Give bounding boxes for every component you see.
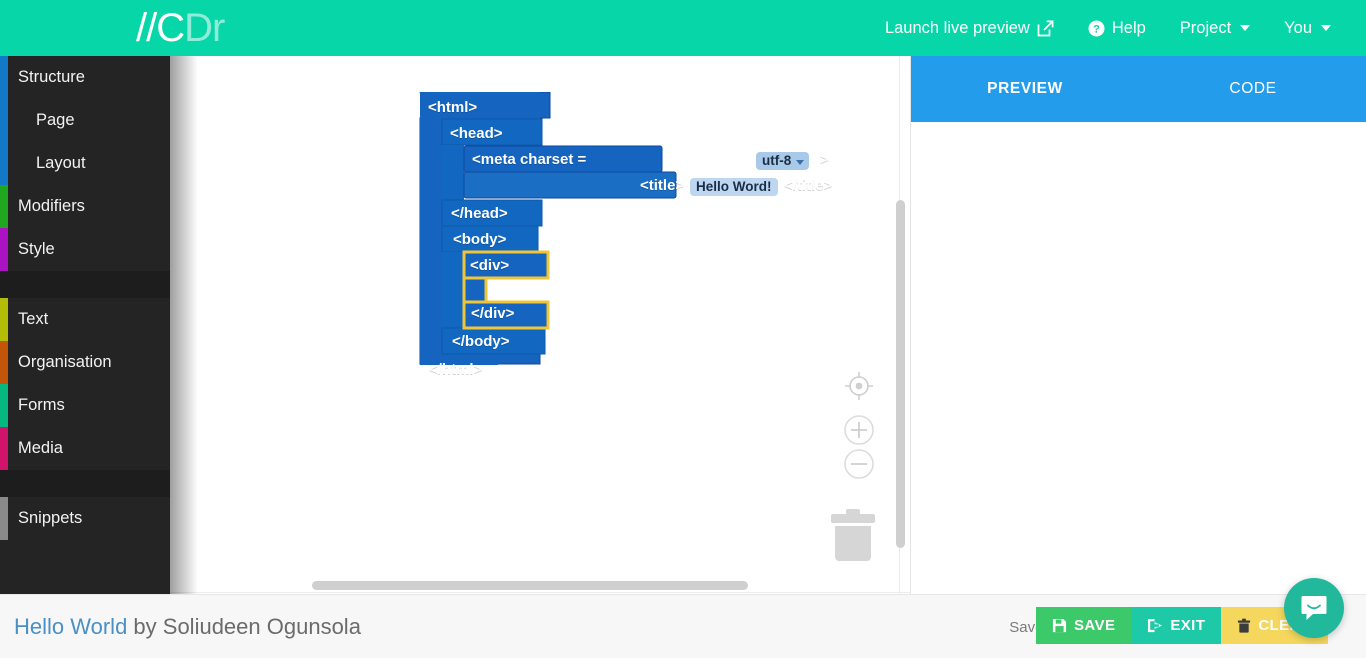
- sidebar-accent-bar: [0, 427, 8, 470]
- external-link-icon: [1037, 20, 1054, 37]
- sidebar-divider: [0, 470, 170, 497]
- top-navigation: Launch live preview ? Help Project You: [868, 0, 1348, 56]
- block-head-spine: [442, 145, 464, 200]
- title-text-field[interactable]: Hello Word!: [690, 178, 778, 196]
- sidebar-item-structure[interactable]: Structure: [0, 56, 170, 99]
- sidebar-item-label: Forms: [18, 396, 65, 414]
- block-head-close[interactable]: [441, 199, 543, 227]
- save-button[interactable]: SAVE: [1036, 607, 1132, 644]
- sidebar-item-style[interactable]: Style: [0, 228, 170, 271]
- sidebar-item-text[interactable]: Text: [0, 298, 170, 341]
- sidebar-item-snippets[interactable]: Snippets: [0, 497, 170, 540]
- exit-button-label: EXIT: [1170, 617, 1206, 634]
- center-target-icon[interactable]: [843, 370, 875, 407]
- sidebar-item-modifiers[interactable]: Modifiers: [0, 185, 170, 228]
- sidebar-accent-bar: [0, 384, 8, 427]
- meta-charset-dropdown[interactable]: utf-8: [756, 152, 810, 170]
- block-body-spine: [442, 252, 464, 328]
- sidebar-item-label: Layout: [36, 154, 86, 172]
- nav-you-label: You: [1284, 18, 1312, 37]
- chevron-down-icon: [796, 160, 805, 165]
- block-body-open[interactable]: [441, 225, 539, 253]
- sidebar-item-label: Snippets: [18, 509, 83, 527]
- meta-charset-value: utf-8: [762, 153, 792, 168]
- sidebar-accent-bar: [0, 142, 8, 185]
- sidebar-accent-bar: [0, 228, 8, 271]
- chevron-down-icon: [1240, 25, 1251, 31]
- sidebar-item-label: Structure: [18, 68, 85, 86]
- sidebar-accent-bar: [0, 56, 8, 99]
- intercom-chat-launcher[interactable]: [1284, 578, 1344, 638]
- sidebar-item-page[interactable]: Page: [0, 99, 170, 142]
- project-title: Hello World by Soliudeen Ogunsola: [14, 611, 361, 643]
- sidebar-accent-bar: [0, 298, 8, 341]
- sidebar-item-label: Style: [18, 240, 55, 258]
- preview-frame[interactable]: [911, 122, 1366, 594]
- app-logo[interactable]: //CDr: [136, 4, 225, 52]
- block-head-open[interactable]: [441, 118, 543, 146]
- sidebar-item-organisation[interactable]: Organisation: [0, 341, 170, 384]
- floppy-disk-icon: [1052, 618, 1067, 633]
- logo-primary-text: //C: [136, 6, 185, 50]
- sidebar-item-label: Media: [18, 439, 63, 457]
- nav-project[interactable]: Project: [1163, 0, 1267, 56]
- nav-you[interactable]: You: [1267, 0, 1348, 56]
- sidebar-item-label: Text: [18, 310, 49, 328]
- nav-launch-live-preview[interactable]: Launch live preview: [868, 0, 1071, 56]
- zoom-out-icon[interactable]: [844, 449, 874, 484]
- left-sidebar: Structure Page Layout Modifiers Style Te…: [0, 56, 170, 594]
- project-author: by Soliudeen Ogunsola: [127, 614, 361, 639]
- block-meta[interactable]: [463, 145, 663, 173]
- block-title[interactable]: [463, 171, 677, 199]
- logo-secondary-text: Dr: [184, 6, 225, 50]
- block-div-open[interactable]: [462, 250, 550, 280]
- sidebar-item-label: Page: [36, 111, 75, 129]
- zoom-in-icon[interactable]: [844, 415, 874, 450]
- block-editor-canvas[interactable]: <html> <head> <meta charset = utf-8 > <t…: [170, 56, 910, 594]
- project-name[interactable]: Hello World: [14, 614, 127, 639]
- tab-preview[interactable]: PREVIEW: [911, 56, 1139, 122]
- sidebar-accent-bar: [0, 341, 8, 384]
- sidebar-item-label: Organisation: [18, 353, 112, 371]
- chevron-down-icon: [1321, 25, 1331, 31]
- tab-preview-label: PREVIEW: [987, 80, 1063, 97]
- sidebar-item-layout[interactable]: Layout: [0, 142, 170, 185]
- top-header-bar: //CDr Launch live preview ? Help Project…: [0, 0, 1366, 56]
- exit-button[interactable]: EXIT: [1131, 607, 1222, 644]
- nav-project-label: Project: [1179, 18, 1232, 37]
- block-body-close[interactable]: [441, 327, 546, 355]
- sidebar-item-forms[interactable]: Forms: [0, 384, 170, 427]
- sidebar-accent-bar: [0, 185, 8, 228]
- title-text-value: Hello Word!: [696, 179, 772, 194]
- horizontal-scrollbar-track: [170, 592, 910, 593]
- sidebar-divider: [0, 271, 170, 298]
- right-panel: PREVIEW CODE: [910, 56, 1366, 594]
- block-stack[interactable]: [410, 92, 830, 432]
- block-html-spine: [420, 92, 442, 364]
- sidebar-accent-bar: [0, 99, 8, 142]
- trash-icon: [1238, 618, 1251, 633]
- app-root: //CDr Launch live preview ? Help Project…: [0, 0, 1366, 658]
- canvas-vertical-scrollbar[interactable]: [896, 200, 905, 548]
- save-button-label: SAVE: [1074, 617, 1116, 634]
- bottom-status-bar: Hello World by Soliudeen Ogunsola Saved.…: [0, 594, 1366, 658]
- canvas-horizontal-scrollbar[interactable]: [312, 581, 748, 590]
- sidebar-accent-bar: [0, 497, 8, 540]
- sidebar-item-label: Modifiers: [18, 197, 85, 215]
- block-div-close[interactable]: [462, 300, 550, 330]
- nav-help[interactable]: ? Help: [1071, 0, 1163, 56]
- nav-launch-live-preview-label: Launch live preview: [884, 18, 1030, 37]
- canvas-trash-icon[interactable]: [828, 508, 878, 569]
- svg-text:?: ?: [1093, 23, 1100, 35]
- right-panel-tabs: PREVIEW CODE: [911, 56, 1366, 122]
- block-div-spine: [462, 276, 488, 306]
- tab-code-label: CODE: [1229, 80, 1277, 97]
- block-html-top: [420, 92, 540, 119]
- nav-help-label: Help: [1111, 18, 1146, 37]
- sign-out-icon: [1148, 618, 1163, 633]
- tab-code[interactable]: CODE: [1139, 56, 1366, 122]
- question-circle-icon: ?: [1088, 20, 1105, 37]
- sidebar-item-media[interactable]: Media: [0, 427, 170, 470]
- intercom-chat-icon: [1301, 596, 1327, 620]
